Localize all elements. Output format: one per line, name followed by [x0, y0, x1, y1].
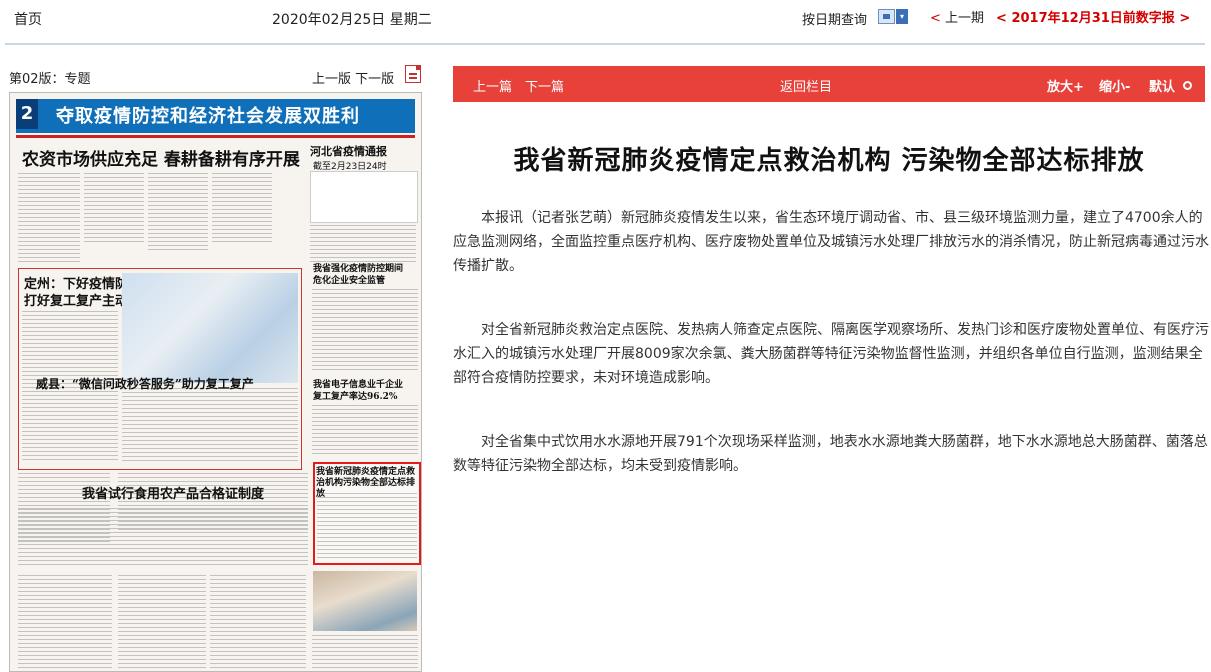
paper-headline-4[interactable]: 我省试行食用农产品合格证制度: [82, 483, 264, 502]
article-paragraph-2: 对全省新冠肺炎救治定点医院、发热病人筛查定点医院、隔离医学观察场所、发热门诊和医…: [453, 322, 1209, 386]
paper-banner-title: 夺取疫情防控和经济社会发展双胜利: [56, 106, 360, 127]
calendar-icon[interactable]: ▾: [878, 9, 908, 24]
zoom-out-button[interactable]: 缩小-: [1099, 76, 1130, 95]
paper-text-block: [312, 405, 418, 457]
paper-rule: [16, 135, 415, 138]
paper-text-block: [310, 225, 416, 265]
paper-text-block: [312, 635, 418, 671]
zoom-in-button[interactable]: 放大+: [1047, 76, 1084, 95]
article-toolbar: 上一篇 下一篇 返回栏目 放大+ 缩小- 默认: [453, 66, 1205, 102]
paper-photo: [122, 273, 298, 383]
next-article-link[interactable]: 下一篇: [525, 76, 564, 95]
article-paragraph-1: 本报讯（记者张艺萌）新冠肺炎疫情发生以来，省生态环境厅调动省、市、县三级环境监测…: [453, 210, 1209, 274]
paper-text-block: [18, 508, 308, 568]
next-page-link[interactable]: 下一版: [355, 72, 394, 87]
prev-page-link[interactable]: 上一版: [312, 72, 351, 87]
paper-text-block: [212, 173, 272, 243]
paper-text-block: [84, 173, 144, 243]
chevron-right-icon: >: [1179, 11, 1191, 26]
paper-stats-chart: [310, 171, 418, 223]
archive-2017-label: 2017年12月31日前数字报: [1011, 11, 1175, 26]
home-link[interactable]: 首页: [14, 9, 42, 29]
default-size-button[interactable]: 默认: [1149, 76, 1175, 95]
paper-headline-right[interactable]: 河北省疫情通报: [310, 143, 387, 159]
current-date: 2020年02月25日 星期二: [272, 12, 432, 28]
paper-headline-5b: 危化企业安全监管: [313, 276, 386, 286]
paper-text-block: [312, 289, 418, 371]
paper-text-block: [148, 173, 208, 253]
paper-text-block: [18, 575, 112, 670]
paper-text-block: [118, 575, 206, 670]
paper-headline-6b: 复工复产率达96.2%: [313, 392, 398, 402]
section-label: 第02版：专题: [9, 72, 91, 87]
article-paragraph-3: 对全省集中式饮用水水源地开展791个次现场采样监测，地表水水源地粪大肠菌群，地下…: [453, 434, 1208, 474]
chevron-left-icon: <: [996, 11, 1007, 26]
paper-photo: [313, 571, 417, 631]
paper-headline-3[interactable]: 威县：“微信问政秒答服务”助力复工复产: [36, 375, 254, 392]
paper-text-block: [122, 388, 298, 463]
paper-text-block: [317, 493, 417, 559]
newspaper-page-thumbnail[interactable]: 2 夺取疫情防控和经济社会发展双胜利 农资市场供应充足 春耕备耕有序开展 河北省…: [9, 92, 422, 672]
prev-issue-link[interactable]: < 上一期: [930, 7, 984, 26]
prev-issue-label: 上一期: [945, 11, 985, 26]
archive-2017-link[interactable]: < 2017年12月31日前数字报 >: [996, 7, 1190, 26]
header-divider: [5, 43, 1205, 45]
paper-text-block: [18, 173, 80, 263]
query-by-date-label: 按日期查询: [802, 13, 868, 28]
pdf-icon[interactable]: [405, 65, 421, 83]
back-to-column-link[interactable]: 返回栏目: [780, 76, 832, 95]
page-nav: 上一版 下一版: [312, 68, 394, 87]
top-bar: 首页 2020年02月25日 星期二 按日期查询 ▾ < 上一期 < 2017年…: [0, 0, 1211, 36]
paper-text-block: [210, 575, 306, 670]
prev-article-link[interactable]: 上一篇: [473, 76, 512, 95]
paper-headline-1[interactable]: 农资市场供应充足 春耕备耕有序开展: [22, 145, 300, 170]
reset-circle-icon[interactable]: [1183, 81, 1192, 90]
article-title: 我省新冠肺炎疫情定点救治机构 污染物全部达标排放: [513, 146, 1145, 176]
chevron-left-icon: <: [930, 11, 941, 26]
paper-page-number: 2: [16, 99, 38, 129]
